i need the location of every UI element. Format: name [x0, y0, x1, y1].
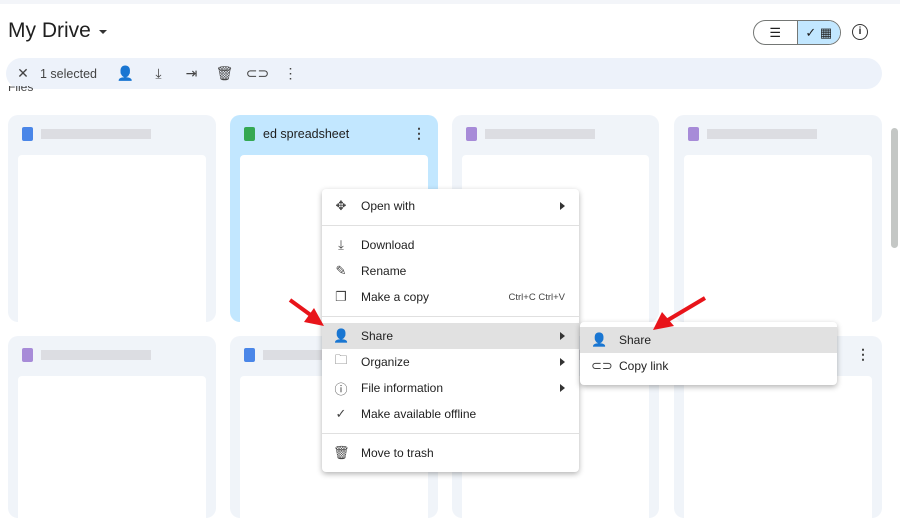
arrow-to-submenu-share — [653, 296, 707, 330]
annotation-arrows — [288, 296, 707, 330]
arrow-to-share — [288, 298, 324, 326]
